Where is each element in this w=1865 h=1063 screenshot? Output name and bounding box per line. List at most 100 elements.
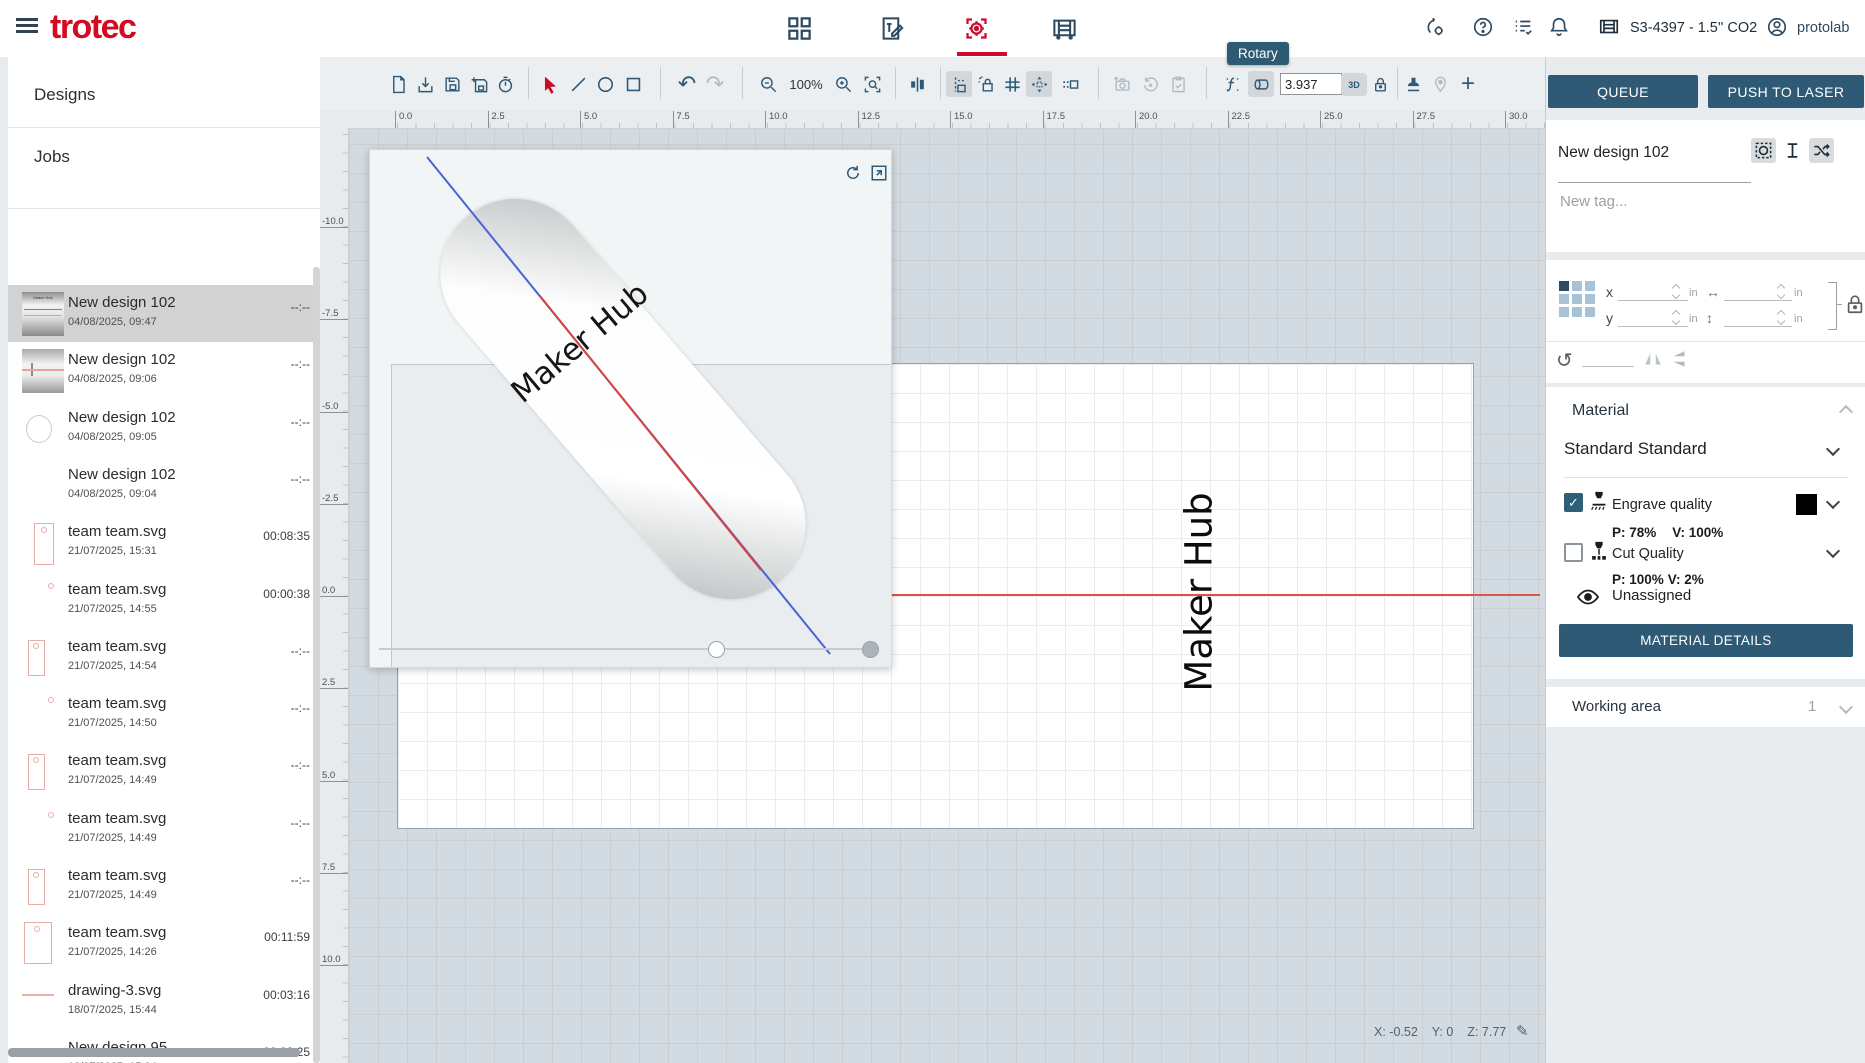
rotary-3d-view-toggle[interactable]: 3D (1341, 73, 1367, 96)
nav-prepare-icon[interactable] (960, 12, 992, 44)
align-objects-button[interactable] (904, 71, 930, 97)
job-list-item[interactable]: team team.svg21/07/2025, 14:5500:00:38 (8, 572, 320, 629)
rotation-input[interactable] (1582, 350, 1634, 367)
collapse-material-chevron-icon[interactable] (1839, 405, 1853, 419)
job-list-item[interactable]: Maker HubNew design 10204/08/2025, 09:47… (8, 285, 320, 342)
job-list-item[interactable]: team team.svg21/07/2025, 14:54--:-- (8, 629, 320, 686)
snap-to-objects-toggle[interactable] (1057, 71, 1083, 97)
slider-track[interactable] (379, 648, 870, 650)
save-as-new-button[interactable] (466, 71, 492, 97)
task-list-icon[interactable] (1510, 14, 1536, 40)
engrave-color-swatch[interactable] (1796, 494, 1817, 515)
text-cursor-icon[interactable] (1780, 138, 1805, 163)
save-button[interactable] (439, 71, 465, 97)
rotary-preview-panel[interactable]: Maker Hub (369, 149, 892, 668)
anchor-point-grid[interactable] (1559, 281, 1597, 319)
working-area-chevron-icon[interactable] (1839, 700, 1853, 714)
reset-rotation-button[interactable] (1137, 71, 1163, 97)
aspect-lock-icon[interactable] (1844, 293, 1865, 317)
lock-proportions-button[interactable] (1367, 71, 1393, 97)
zoom-in-button[interactable] (830, 71, 856, 97)
line-tool[interactable] (565, 71, 591, 97)
x-spinner[interactable] (1671, 283, 1681, 299)
machine-icon[interactable] (1596, 14, 1622, 40)
edit-position-pencil-icon[interactable]: ✎ (1516, 1022, 1529, 1040)
zoom-level-label[interactable]: 100% (789, 71, 822, 97)
height-spinner[interactable] (1776, 309, 1786, 325)
material-select-chevron-icon[interactable] (1826, 442, 1840, 456)
cut-expand-chevron-icon[interactable] (1826, 544, 1840, 558)
user-avatar-icon[interactable] (1764, 14, 1790, 40)
unassigned-label[interactable]: Unassigned (1612, 587, 1691, 604)
sidebar-horizontal-scrollbar[interactable] (8, 1048, 300, 1057)
rotary-toggle[interactable] (1248, 71, 1274, 97)
zoom-to-area-button[interactable] (859, 71, 885, 97)
flip-horizontal-icon[interactable] (1642, 348, 1664, 368)
job-list-item[interactable]: team team.svg21/07/2025, 14:2600:11:59 (8, 915, 320, 972)
engrave-quality-label[interactable]: Engrave quality (1612, 497, 1712, 513)
job-list-item[interactable]: drawing-3.svg18/07/2025, 15:4400:03:16 (8, 973, 320, 1030)
cut-quality-checkbox[interactable] (1564, 543, 1583, 562)
job-name-field[interactable]: New design 102 (1558, 144, 1669, 162)
push-to-laser-button[interactable]: PUSH TO LASER (1708, 75, 1864, 108)
software-update-icon[interactable] (1422, 14, 1448, 40)
job-list-item[interactable]: team team.svg21/07/2025, 14:49--:-- (8, 801, 320, 858)
shuffle-order-icon[interactable] (1809, 138, 1834, 163)
help-icon[interactable] (1470, 14, 1496, 40)
job-list-item[interactable]: team team.svg21/07/2025, 14:50--:-- (8, 686, 320, 743)
nav-dashboard-icon[interactable] (783, 12, 815, 44)
distort-text-tool[interactable] (1219, 71, 1245, 97)
job-list-item[interactable]: New design 9518/07/2025, 15:0400:02:25 (8, 1030, 320, 1063)
engrave-quality-checkbox[interactable]: ✓ (1564, 493, 1583, 512)
select-all-objects-icon[interactable] (1751, 138, 1776, 163)
redo-button[interactable]: ↷ (702, 71, 728, 97)
width-spinner[interactable] (1776, 283, 1786, 299)
rotate-preview-icon[interactable] (844, 164, 862, 182)
job-list-item[interactable]: team team.svg21/07/2025, 15:3100:08:35 (8, 514, 320, 571)
job-list-item[interactable]: New design 10204/08/2025, 09:05--:-- (8, 400, 320, 457)
cut-quality-label[interactable]: Cut Quality (1612, 546, 1684, 562)
snap-to-ruler-toggle[interactable] (946, 71, 972, 97)
ellipse-tool[interactable] (592, 71, 618, 97)
job-list-item[interactable]: team team.svg21/07/2025, 14:49--:-- (8, 858, 320, 915)
job-checklist-button[interactable] (1165, 71, 1191, 97)
machine-name-label[interactable]: S3-4397 - 1.5'' CO2 (1630, 20, 1757, 36)
rotary-diameter-input[interactable] (1280, 73, 1342, 95)
add-element-button[interactable]: + (1455, 71, 1481, 97)
job-list-item[interactable]: team team.svg21/07/2025, 14:49--:-- (8, 743, 320, 800)
rectangle-tool[interactable] (620, 71, 646, 97)
tag-input[interactable] (1558, 192, 1752, 211)
expand-preview-icon[interactable] (870, 164, 888, 182)
material-select[interactable]: Standard Standard (1564, 439, 1707, 459)
nav-design-icon[interactable] (875, 12, 907, 44)
material-details-button[interactable]: MATERIAL DETAILS (1559, 624, 1853, 657)
sidebar-vertical-scrollbar[interactable] (313, 267, 320, 1063)
import-file-button[interactable] (412, 71, 438, 97)
zoom-out-button[interactable] (755, 71, 781, 97)
slider-handle-left[interactable] (708, 641, 725, 658)
new-file-button[interactable] (385, 71, 411, 97)
y-spinner[interactable] (1671, 309, 1681, 325)
snap-lock-toggle[interactable] (973, 71, 999, 97)
grid-toggle[interactable] (999, 71, 1025, 97)
flip-vertical-icon[interactable] (1668, 348, 1690, 368)
nav-produce-icon[interactable] (1048, 12, 1080, 44)
unassigned-visibility-eye-icon[interactable] (1576, 588, 1600, 606)
select-tool[interactable] (537, 71, 563, 97)
nudge-move-toggle[interactable] (1026, 71, 1052, 97)
job-time-button[interactable] (492, 71, 518, 97)
queue-button[interactable]: QUEUE (1548, 75, 1698, 108)
engrave-expand-chevron-icon[interactable] (1826, 495, 1840, 509)
job-list-item[interactable]: New design 10204/08/2025, 09:04--:-- (8, 457, 320, 514)
jobs-section-header[interactable]: Jobs (34, 147, 70, 167)
notifications-bell-icon[interactable] (1546, 14, 1572, 40)
hamburger-menu-icon[interactable] (16, 18, 38, 34)
position-marker-button[interactable] (1427, 71, 1453, 97)
job-list-item[interactable]: New design 10204/08/2025, 09:06--:-- (8, 342, 320, 399)
working-area-card[interactable]: Working area 1 (1546, 687, 1865, 727)
slider-handle-right[interactable] (862, 641, 879, 658)
camera-capture-button[interactable] (1109, 71, 1135, 97)
designs-section-header[interactable]: Designs (34, 85, 95, 105)
design-text-object[interactable]: Maker Hub (1178, 492, 1221, 691)
user-name-label[interactable]: protolab (1797, 20, 1849, 36)
